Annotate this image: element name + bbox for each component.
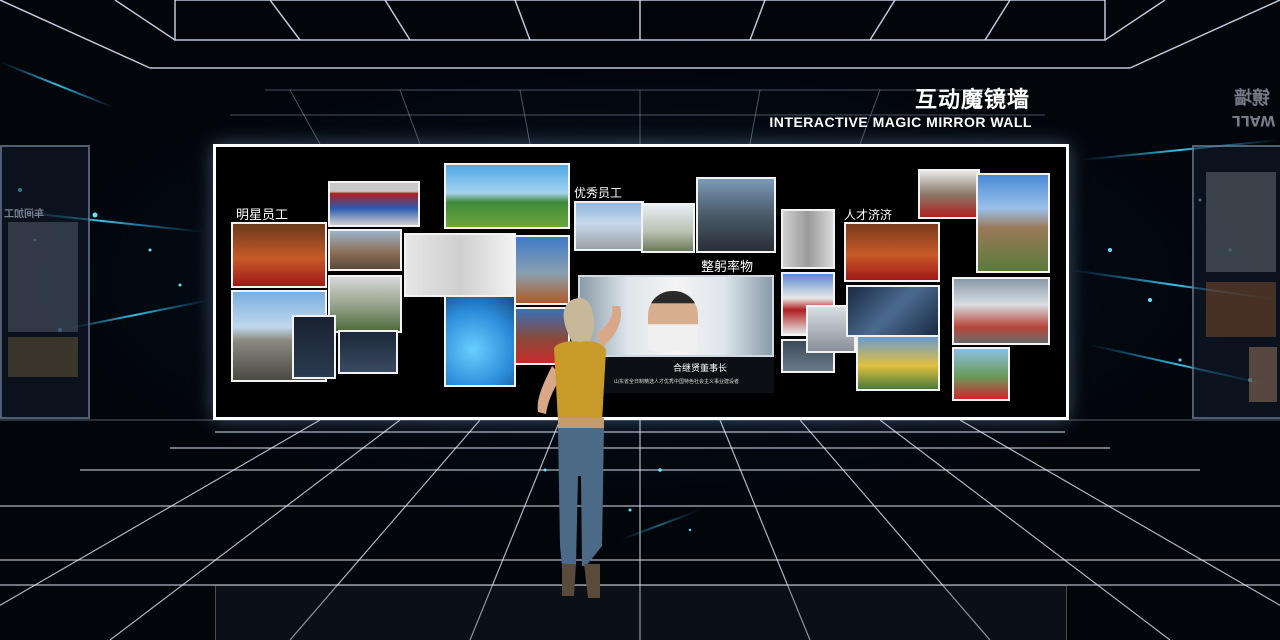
photo-building[interactable]	[328, 275, 402, 333]
photo-speaker[interactable]	[292, 315, 336, 379]
photo-trees[interactable]	[641, 203, 695, 253]
photo-presentation[interactable]	[338, 330, 398, 374]
photo-yellow-team[interactable]	[856, 335, 940, 391]
photo-office-corridor[interactable]	[404, 233, 516, 297]
photo-cleanroom[interactable]	[781, 209, 835, 269]
photo-crane[interactable]	[514, 235, 570, 305]
photo-award-group[interactable]	[918, 169, 980, 219]
right-panel-photo-2	[1206, 282, 1276, 337]
photo-campus-aerial[interactable]	[976, 173, 1050, 273]
photo-office-building[interactable]	[574, 201, 644, 251]
wall-reflection	[215, 585, 1067, 640]
photo-team-group[interactable]	[328, 181, 420, 227]
photo-factory-hall[interactable]	[952, 277, 1050, 345]
page-title-cn: 互动魔镜墙	[914, 88, 1030, 113]
left-panel-label: 车间加工	[4, 209, 44, 220]
chairman-portrait	[648, 291, 698, 351]
photo-molecule[interactable]	[444, 295, 516, 387]
left-side-panel	[0, 145, 90, 419]
photo-company-gate[interactable]	[444, 163, 570, 229]
group-label-excellent-staff: 优秀员工	[574, 186, 623, 200]
group-label-star-staff: 明星员工	[236, 208, 289, 223]
group-label-talents: 人才济济	[844, 208, 893, 222]
magic-mirror-wall[interactable]: 明星员工 优秀员工 整躬率物 人才济济 合继贤董事长 山东省全日制精选人才优秀中…	[213, 144, 1069, 420]
right-panel-label: 镜墙	[1234, 88, 1270, 109]
right-panel-photo-3	[1249, 347, 1277, 402]
group-label-leadership: 整躬率物	[701, 260, 754, 275]
photo-industrial-plant[interactable]	[696, 177, 776, 253]
feature-caption-title: 合继贤董事长	[673, 364, 728, 374]
photo-team-row[interactable]	[328, 229, 402, 271]
page-title-en: INTERACTIVE MAGIC MIRROR WALL	[769, 114, 1032, 130]
right-panel-photo	[1206, 172, 1276, 272]
left-panel-photo-2	[8, 337, 78, 377]
virtual-exhibition-scene: 车间加工 镜墙 WALL 互动魔镜墙 INTERACTIVE MAGIC MIR…	[0, 0, 1280, 640]
photo-lab-equipment[interactable]	[846, 285, 940, 337]
right-side-panel	[1192, 145, 1280, 419]
photo-outdoor-event[interactable]	[952, 347, 1010, 401]
visitor-figure	[537, 298, 622, 598]
photo-award-stage[interactable]	[231, 222, 327, 288]
right-panel-sublabel: WALL	[1232, 112, 1276, 128]
photo-award-ceremony[interactable]	[844, 222, 940, 282]
left-panel-photo	[8, 222, 78, 332]
